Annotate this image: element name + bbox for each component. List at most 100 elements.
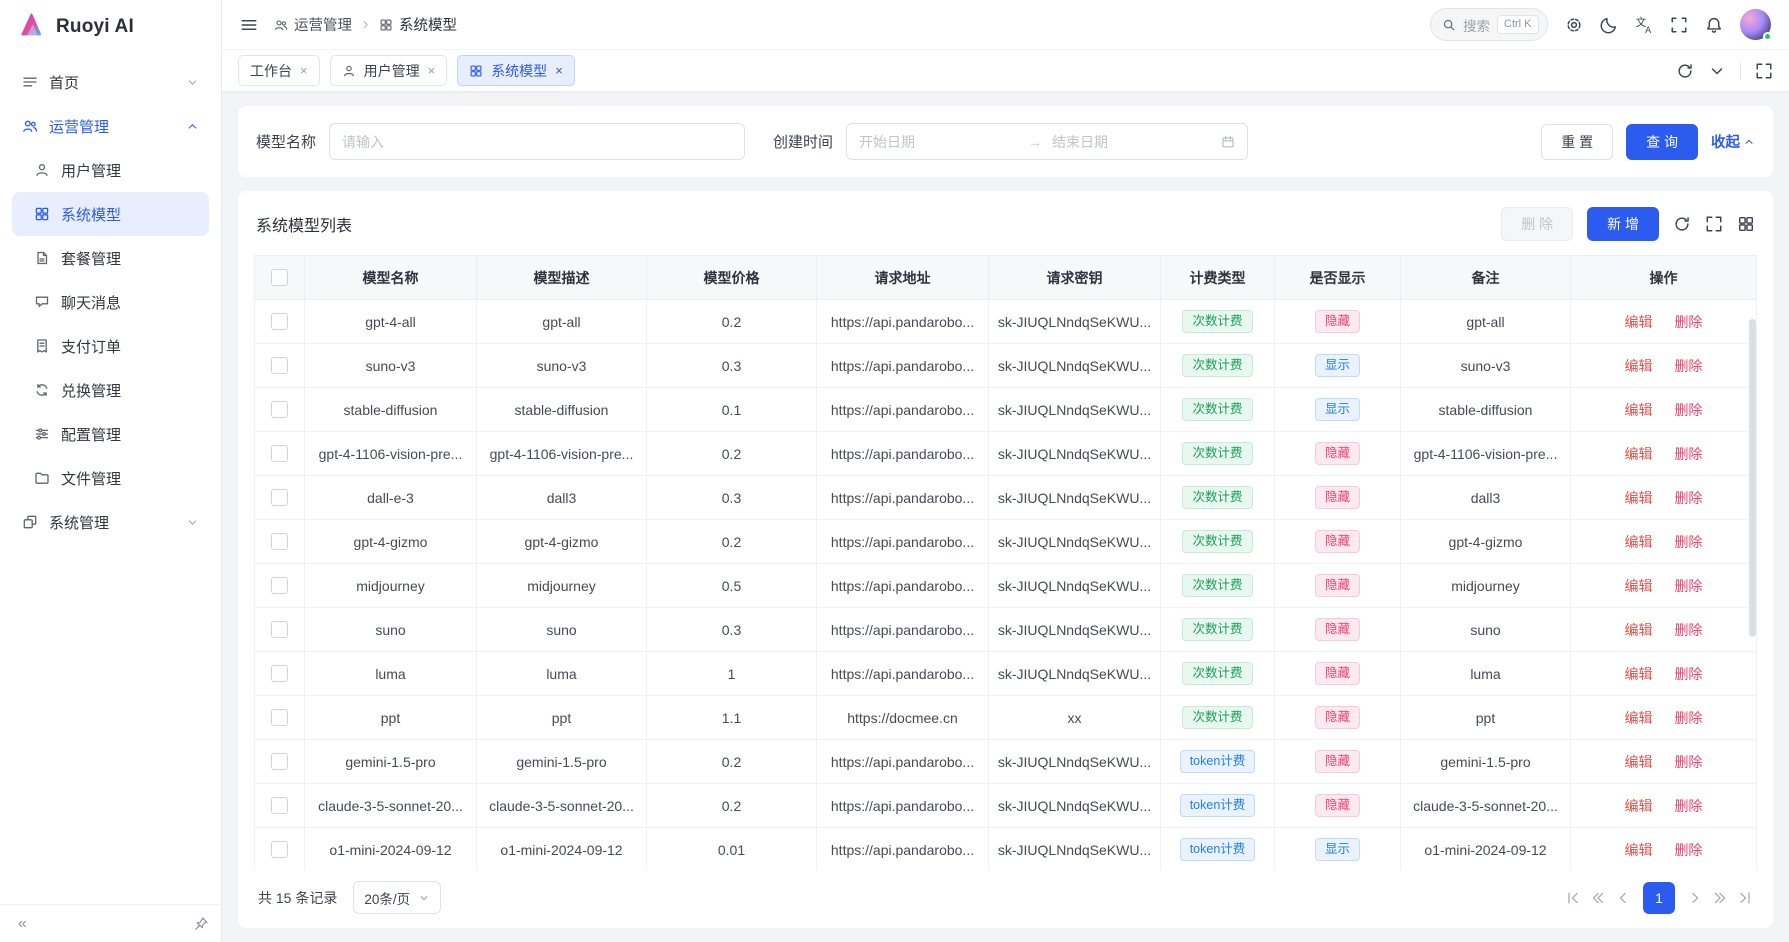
sidebar-item-model[interactable]: 系统模型 [12, 192, 209, 236]
pin-icon[interactable] [194, 916, 209, 931]
sidebar-item-exchange[interactable]: 兑换管理 [12, 368, 209, 412]
date-range-picker[interactable]: 开始日期 → 结束日期 [846, 123, 1248, 160]
model-name-input[interactable] [329, 123, 745, 160]
vertical-scrollbar-thumb[interactable] [1749, 319, 1756, 637]
content-fullscreen-icon[interactable] [1755, 62, 1773, 80]
row-checkbox[interactable] [271, 357, 288, 374]
edit-link[interactable]: 编辑 [1625, 534, 1653, 550]
delete-link[interactable]: 删除 [1674, 534, 1702, 550]
refresh-page-icon[interactable] [1676, 62, 1694, 80]
tabs-menu-chevron-icon[interactable] [1708, 62, 1726, 80]
tab-close-icon[interactable]: × [555, 64, 563, 77]
delete-link[interactable]: 删除 [1674, 798, 1702, 814]
sidebar-item-config[interactable]: 配置管理 [12, 412, 209, 456]
cell-billing-type: 次数计费 [1161, 300, 1275, 344]
breadcrumb-item-operations[interactable]: 运营管理 [274, 14, 352, 35]
row-checkbox[interactable] [271, 621, 288, 638]
edit-link[interactable]: 编辑 [1625, 842, 1653, 858]
row-checkbox[interactable] [271, 401, 288, 418]
cell-actions: 编辑 删除 [1571, 432, 1757, 476]
sidebar-item-order[interactable]: 支付订单 [12, 324, 209, 368]
last-page-button[interactable] [1737, 890, 1753, 906]
sidebar-item-package[interactable]: 套餐管理 [12, 236, 209, 280]
table-fullscreen-icon[interactable] [1705, 215, 1723, 233]
batch-delete-button[interactable]: 删 除 [1501, 207, 1573, 241]
delete-link[interactable]: 删除 [1674, 578, 1702, 594]
chevron-down-icon [186, 76, 199, 89]
delete-link[interactable]: 删除 [1674, 666, 1702, 682]
query-button[interactable]: 查 询 [1626, 124, 1698, 160]
tab-user[interactable]: 用户管理 × [330, 55, 448, 86]
user-avatar[interactable] [1740, 9, 1771, 40]
edit-link[interactable]: 编辑 [1625, 798, 1653, 814]
row-checkbox-cell [255, 520, 305, 564]
select-all-checkbox[interactable] [271, 269, 288, 286]
delete-link[interactable]: 删除 [1674, 358, 1702, 374]
sidebar-item-system[interactable]: 系统管理 [12, 500, 209, 544]
system-icon [22, 514, 38, 530]
sidebar-item-operations[interactable]: 运营管理 [12, 104, 209, 148]
page-size-select[interactable]: 20条/页 [353, 881, 441, 914]
language-translate-icon[interactable]: 文A [1635, 16, 1653, 34]
delete-link[interactable]: 删除 [1674, 446, 1702, 462]
search-input[interactable]: 搜索 Ctrl K [1430, 8, 1548, 41]
notifications-bell-icon[interactable] [1705, 16, 1723, 34]
sidebar-item-home[interactable]: 首页 [12, 60, 209, 104]
edit-link[interactable]: 编辑 [1625, 622, 1653, 638]
current-page-button[interactable]: 1 [1643, 882, 1675, 914]
row-checkbox[interactable] [271, 489, 288, 506]
row-checkbox[interactable] [271, 313, 288, 330]
row-checkbox[interactable] [271, 797, 288, 814]
edit-link[interactable]: 编辑 [1625, 578, 1653, 594]
tab-workbench[interactable]: 工作台 × [238, 55, 320, 86]
jump-forward-button[interactable] [1712, 890, 1728, 906]
collapse-filter-link[interactable]: 收起 [1711, 131, 1755, 152]
edit-link[interactable]: 编辑 [1625, 754, 1653, 770]
delete-link[interactable]: 删除 [1674, 490, 1702, 506]
row-checkbox[interactable] [271, 533, 288, 550]
delete-link[interactable]: 删除 [1674, 754, 1702, 770]
sidebar-collapse-button[interactable]: « [12, 914, 33, 934]
edit-link[interactable]: 编辑 [1625, 402, 1653, 418]
tab-close-icon[interactable]: × [300, 64, 308, 77]
breadcrumb-item-current[interactable]: 系统模型 [379, 14, 457, 35]
visibility-badge: 隐藏 [1315, 530, 1360, 554]
jump-back-button[interactable] [1590, 890, 1606, 906]
dark-mode-moon-icon[interactable] [1600, 16, 1618, 34]
delete-link[interactable]: 删除 [1674, 842, 1702, 858]
row-checkbox[interactable] [271, 709, 288, 726]
sidebar-item-chat[interactable]: 聊天消息 [12, 280, 209, 324]
refresh-table-icon[interactable] [1673, 215, 1691, 233]
row-checkbox[interactable] [271, 841, 288, 858]
next-page-button[interactable] [1687, 890, 1703, 906]
edit-link[interactable]: 编辑 [1625, 666, 1653, 682]
first-page-button[interactable] [1565, 890, 1581, 906]
add-button[interactable]: 新 增 [1587, 207, 1659, 241]
sidebar-item-file[interactable]: 文件管理 [12, 456, 209, 500]
menu-toggle-icon[interactable] [240, 16, 258, 34]
cell-billing-type: 次数计费 [1161, 564, 1275, 608]
row-checkbox[interactable] [271, 577, 288, 594]
settings-gear-icon[interactable] [1565, 16, 1583, 34]
edit-link[interactable]: 编辑 [1625, 358, 1653, 374]
delete-link[interactable]: 删除 [1674, 402, 1702, 418]
edit-link[interactable]: 编辑 [1625, 490, 1653, 506]
row-checkbox[interactable] [271, 753, 288, 770]
brand[interactable]: Ruoyi AI [0, 0, 221, 54]
delete-link[interactable]: 删除 [1674, 710, 1702, 726]
visibility-badge: 隐藏 [1315, 706, 1360, 730]
tab-model[interactable]: 系统模型 × [457, 55, 575, 86]
fullscreen-icon[interactable] [1670, 16, 1688, 34]
column-settings-icon[interactable] [1737, 215, 1755, 233]
prev-page-button[interactable] [1615, 890, 1631, 906]
tab-close-icon[interactable]: × [428, 64, 436, 77]
sidebar-item-user[interactable]: 用户管理 [12, 148, 209, 192]
delete-link[interactable]: 删除 [1674, 622, 1702, 638]
edit-link[interactable]: 编辑 [1625, 446, 1653, 462]
row-checkbox[interactable] [271, 665, 288, 682]
edit-link[interactable]: 编辑 [1625, 710, 1653, 726]
delete-link[interactable]: 删除 [1674, 314, 1702, 330]
row-checkbox[interactable] [271, 445, 288, 462]
reset-button[interactable]: 重 置 [1541, 124, 1613, 160]
edit-link[interactable]: 编辑 [1625, 314, 1653, 330]
